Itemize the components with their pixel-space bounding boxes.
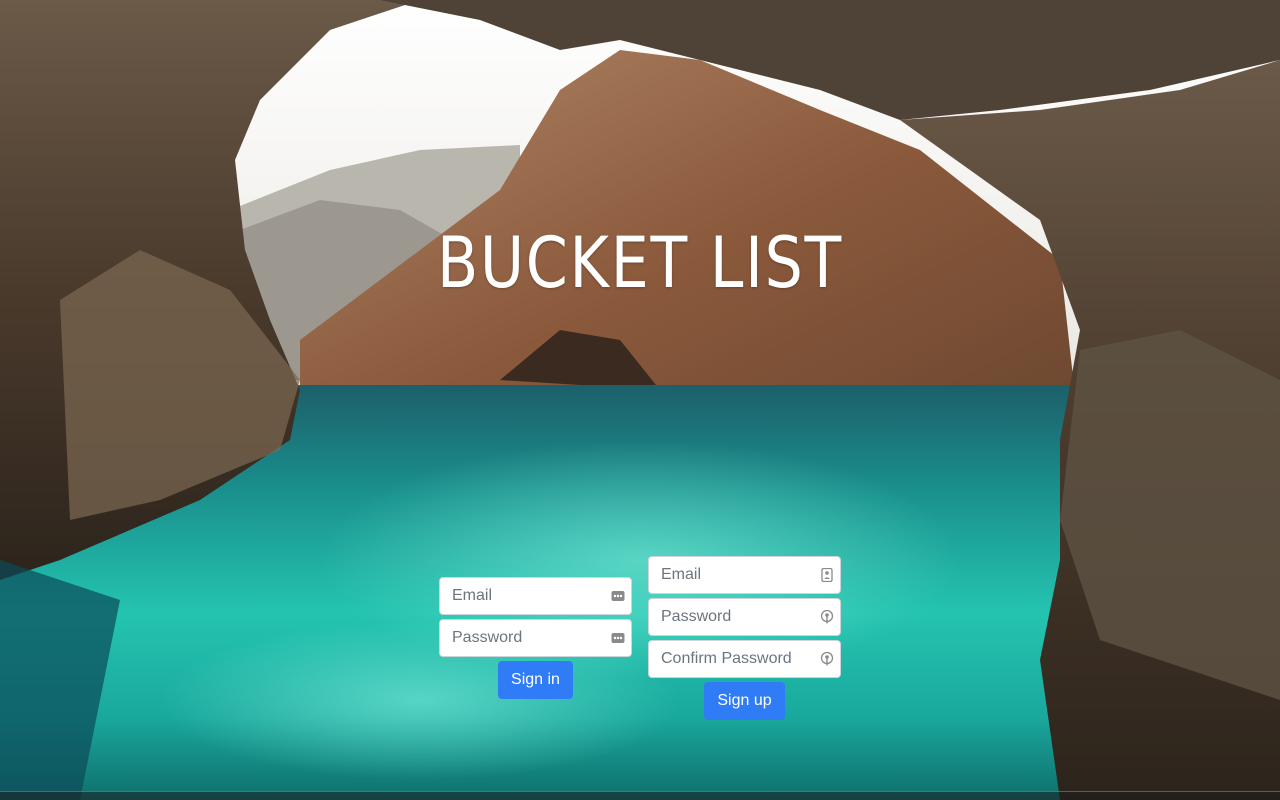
signup-password-field-wrapper bbox=[648, 598, 841, 636]
signup-confirm-field-wrapper bbox=[648, 640, 841, 678]
key-circle-icon bbox=[820, 610, 834, 624]
signin-button[interactable]: Sign in bbox=[498, 661, 573, 699]
signup-form: Sign up bbox=[648, 556, 841, 720]
background-cave-image bbox=[0, 0, 1280, 800]
landing-page: BUCKET LIST Sign in bbox=[0, 0, 1280, 800]
signup-confirm-password-input[interactable] bbox=[649, 641, 840, 677]
signin-form: Sign in bbox=[439, 577, 632, 699]
signup-email-input[interactable] bbox=[649, 557, 840, 593]
ellipsis-key-icon bbox=[611, 633, 625, 643]
signin-email-input[interactable] bbox=[440, 578, 631, 614]
signup-email-field-wrapper bbox=[648, 556, 841, 594]
ellipsis-key-icon bbox=[611, 591, 625, 601]
signin-password-field-wrapper bbox=[439, 619, 632, 657]
signin-email-field-wrapper bbox=[439, 577, 632, 615]
page-title: BUCKET LIST bbox=[436, 222, 844, 304]
signin-password-input[interactable] bbox=[440, 620, 631, 656]
key-circle-icon bbox=[820, 652, 834, 666]
signup-password-input[interactable] bbox=[649, 599, 840, 635]
signup-button[interactable]: Sign up bbox=[704, 682, 785, 720]
contact-card-icon bbox=[821, 568, 833, 582]
horizontal-scrollbar[interactable] bbox=[0, 791, 1280, 800]
